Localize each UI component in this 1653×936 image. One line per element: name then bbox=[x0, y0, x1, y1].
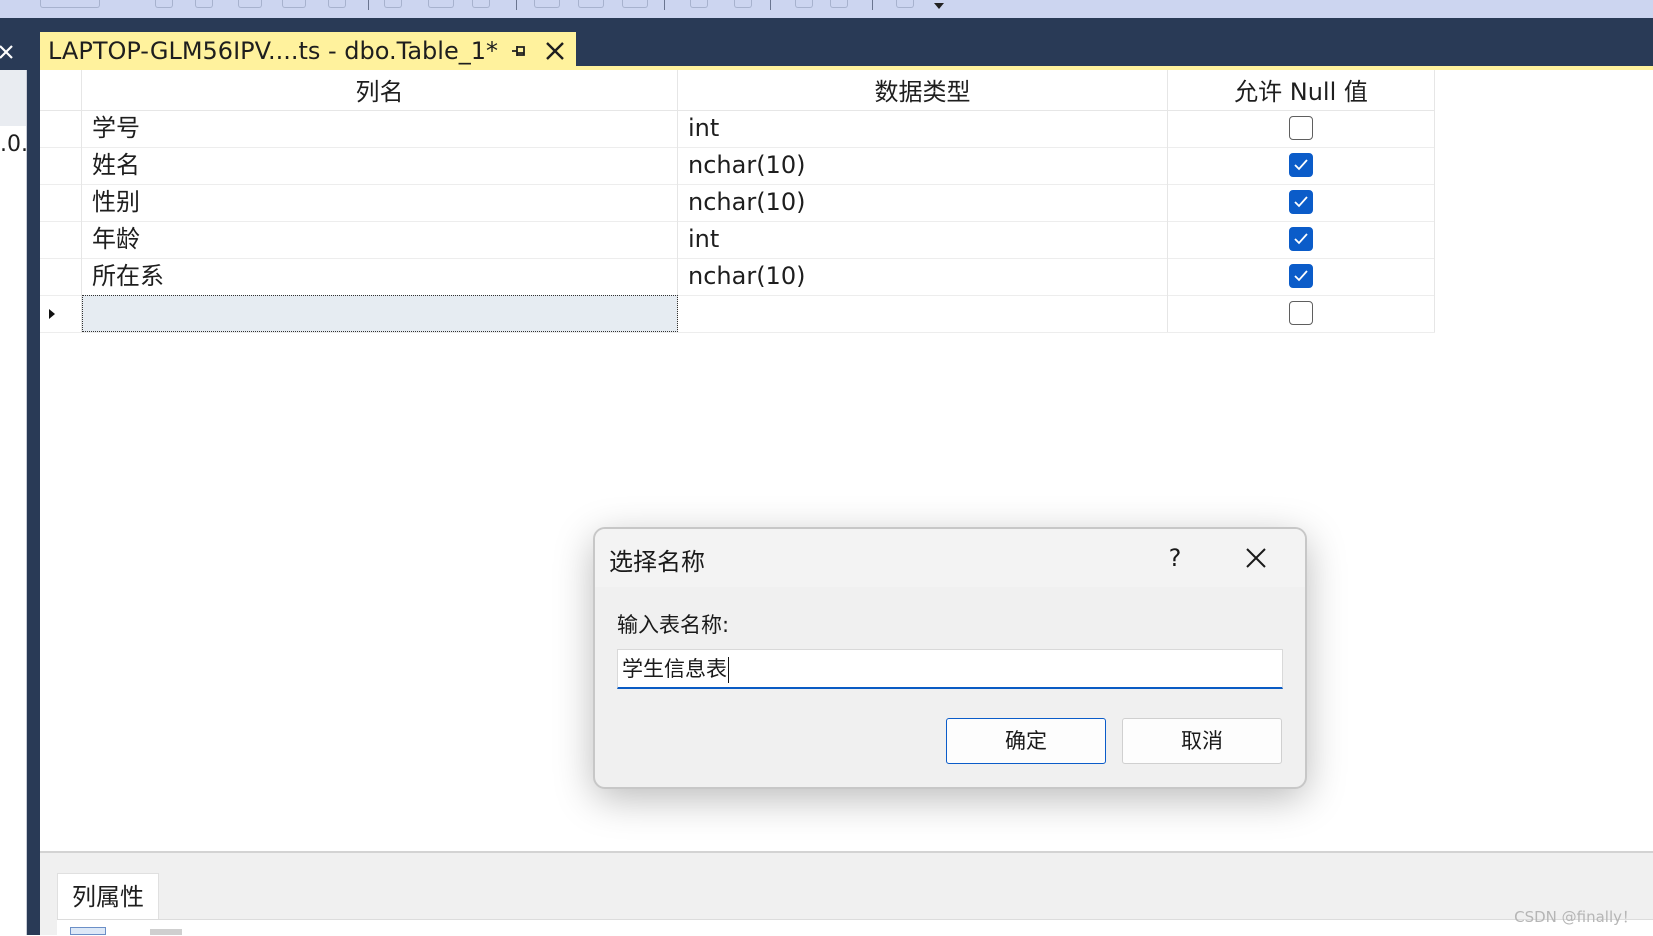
close-icon[interactable] bbox=[0, 42, 16, 62]
toolbar-button[interactable] bbox=[40, 0, 100, 8]
allow-null-cell bbox=[1168, 258, 1435, 295]
row-selector[interactable] bbox=[40, 258, 82, 295]
toolbar-button[interactable] bbox=[734, 0, 752, 8]
toolbar-button[interactable] bbox=[282, 0, 306, 8]
allow-null-checkbox[interactable] bbox=[1289, 227, 1313, 251]
allow-null-checkbox[interactable] bbox=[1289, 190, 1313, 214]
watermark: CSDN @finally！ bbox=[1514, 908, 1637, 926]
table-row[interactable]: 年龄 int bbox=[40, 221, 1435, 259]
data-type-cell[interactable]: nchar(10) bbox=[678, 147, 1168, 184]
allow-null-cell bbox=[1168, 110, 1435, 147]
row-selector[interactable] bbox=[40, 221, 82, 258]
categorized-button[interactable] bbox=[70, 927, 106, 935]
toolbar-button[interactable] bbox=[328, 0, 346, 8]
object-explorer-header bbox=[0, 70, 26, 126]
data-type-cell[interactable]: int bbox=[678, 221, 1168, 258]
ok-button[interactable]: 确定 bbox=[946, 718, 1106, 764]
allow-null-cell bbox=[1168, 184, 1435, 221]
toolbar-button[interactable] bbox=[384, 0, 402, 8]
close-icon[interactable] bbox=[1241, 543, 1271, 573]
table-name-label: 输入表名称: bbox=[617, 613, 730, 637]
toolbar-button[interactable] bbox=[622, 0, 648, 8]
allow-null-cell bbox=[1168, 147, 1435, 184]
column-header-type[interactable]: 数据类型 bbox=[678, 70, 1168, 110]
toolbar bbox=[0, 0, 1653, 18]
allow-null-cell bbox=[1168, 221, 1435, 258]
toolbar-button[interactable] bbox=[830, 0, 848, 8]
table-name-input[interactable]: 学生信息表 bbox=[617, 649, 1283, 689]
column-name-cell[interactable]: 性别 bbox=[82, 184, 678, 221]
table-name-value: 学生信息表 bbox=[622, 657, 727, 681]
close-icon[interactable] bbox=[542, 38, 568, 64]
allow-null-cell bbox=[1168, 295, 1435, 332]
column-name-cell[interactable]: 学号 bbox=[82, 110, 678, 147]
toolbar-separator bbox=[516, 0, 517, 10]
row-selector[interactable] bbox=[40, 184, 82, 221]
toolbar-button[interactable] bbox=[428, 0, 454, 8]
data-type-cell[interactable]: nchar(10) bbox=[678, 258, 1168, 295]
allow-null-checkbox[interactable] bbox=[1289, 301, 1313, 325]
new-row[interactable] bbox=[40, 295, 1435, 333]
table-row[interactable]: 学号 int bbox=[40, 110, 1435, 148]
toolbar-button[interactable] bbox=[155, 0, 173, 8]
allow-null-checkbox[interactable] bbox=[1289, 264, 1313, 288]
help-button[interactable]: ? bbox=[1155, 541, 1195, 575]
allow-null-checkbox[interactable] bbox=[1289, 153, 1313, 177]
current-row-arrow-icon bbox=[49, 309, 55, 319]
toolbar-button[interactable] bbox=[534, 0, 560, 8]
column-header-allow-null[interactable]: 允许 Null 值 bbox=[1168, 70, 1435, 110]
allow-null-checkbox[interactable] bbox=[1289, 116, 1313, 140]
grid-header: 列名 数据类型 允许 Null 值 bbox=[40, 70, 1435, 111]
data-type-cell[interactable] bbox=[678, 295, 1168, 332]
column-name-cell[interactable]: 所在系 bbox=[82, 258, 678, 295]
toolbar-button[interactable] bbox=[195, 0, 213, 8]
pin-icon[interactable] bbox=[508, 40, 530, 62]
dialog-title: 选择名称 bbox=[609, 548, 705, 576]
toolbar-separator bbox=[872, 0, 873, 10]
choose-name-dialog: 选择名称 ? 输入表名称: 学生信息表 确定 取消 bbox=[593, 527, 1307, 789]
tab-column-properties[interactable]: 列属性 bbox=[57, 873, 159, 919]
row-selector[interactable] bbox=[40, 110, 82, 147]
properties-toolbar bbox=[57, 919, 1653, 936]
data-type-cell[interactable]: int bbox=[678, 110, 1168, 147]
document-tab[interactable]: LAPTOP-GLM56IPV....ts - dbo.Table_1* bbox=[40, 32, 576, 70]
document-tab-title: LAPTOP-GLM56IPV....ts - dbo.Table_1* bbox=[48, 37, 498, 65]
object-explorer-panel bbox=[0, 70, 27, 935]
text-caret bbox=[728, 657, 729, 683]
table-row[interactable]: 所在系 nchar(10) bbox=[40, 258, 1435, 296]
column-name-cell[interactable]: 年龄 bbox=[82, 221, 678, 258]
row-selector[interactable] bbox=[40, 295, 82, 332]
toolbar-button[interactable] bbox=[472, 0, 490, 8]
toolbar-button[interactable] bbox=[690, 0, 708, 8]
column-name-cell[interactable] bbox=[82, 295, 678, 332]
column-name-cell[interactable]: 姓名 bbox=[82, 147, 678, 184]
data-type-cell[interactable]: nchar(10) bbox=[678, 184, 1168, 221]
toolbar-button[interactable] bbox=[238, 0, 262, 8]
cancel-button[interactable]: 取消 bbox=[1122, 718, 1282, 764]
toolbar-button[interactable] bbox=[578, 0, 604, 8]
column-header-name[interactable]: 列名 bbox=[82, 70, 678, 110]
toolbar-button[interactable] bbox=[795, 0, 813, 8]
toolbar-separator bbox=[770, 0, 771, 10]
toolbar-separator bbox=[664, 0, 665, 10]
table-row[interactable]: 姓名 nchar(10) bbox=[40, 147, 1435, 185]
left-panel-text: .0. bbox=[0, 132, 28, 157]
row-selector[interactable] bbox=[40, 147, 82, 184]
table-row[interactable]: 性别 nchar(10) bbox=[40, 184, 1435, 222]
toolbar-separator bbox=[368, 0, 369, 10]
row-selector-header bbox=[40, 70, 82, 110]
toolbar-overflow-icon[interactable] bbox=[934, 3, 944, 9]
dialog-titlebar[interactable]: 选择名称 ? bbox=[595, 529, 1305, 587]
properties-pages-button[interactable] bbox=[150, 929, 182, 935]
toolbar-button[interactable] bbox=[896, 0, 914, 8]
